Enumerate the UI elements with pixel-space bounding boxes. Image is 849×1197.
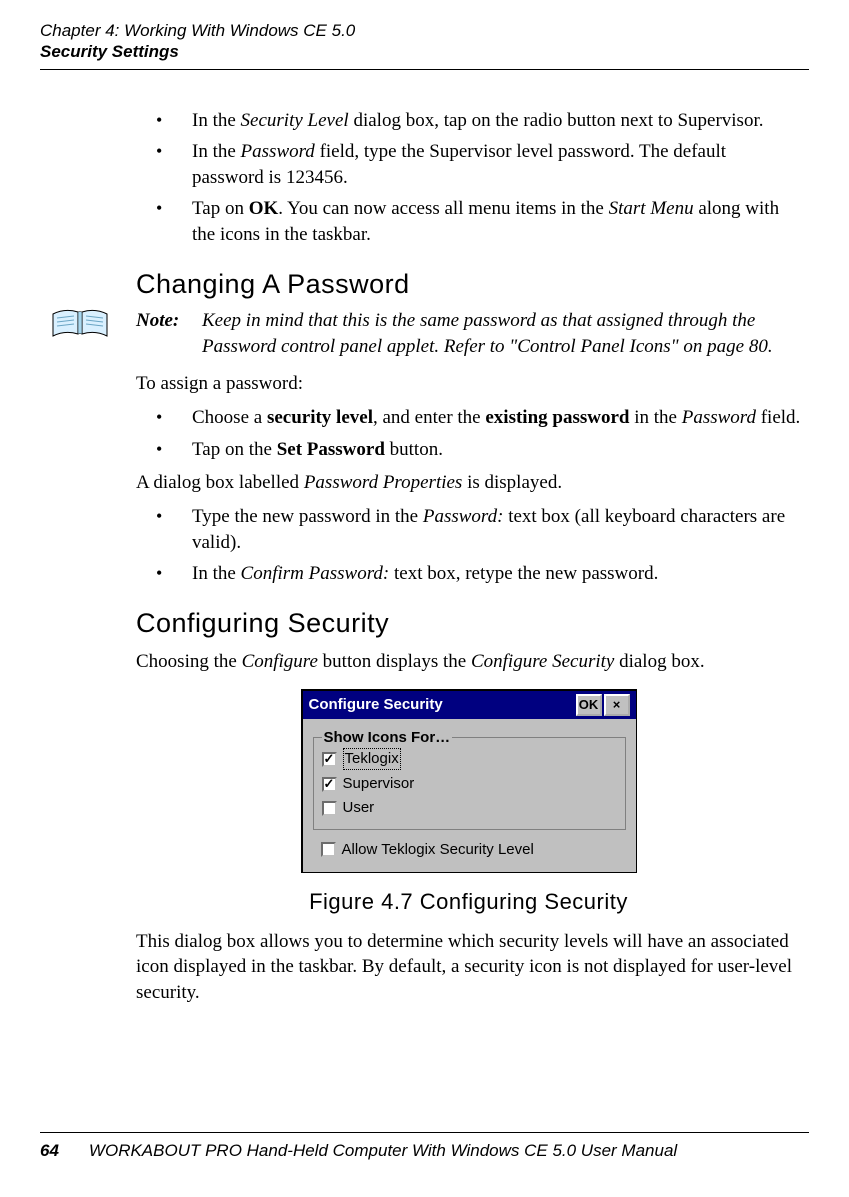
text: dialog box. (614, 651, 704, 672)
text: Set Password (277, 439, 385, 460)
checkbox-row-teklogix[interactable]: Teklogix (322, 746, 617, 772)
text: . You can now access all menu items in t… (278, 198, 608, 219)
figure-caption: Figure 4.7 Configuring Security (136, 887, 801, 917)
list-item: Tap on the Set Password button. (136, 437, 801, 463)
checkbox-label: User (343, 798, 375, 818)
text: OK (249, 198, 279, 219)
checkbox-icon[interactable] (322, 777, 337, 792)
checkbox-row-supervisor[interactable]: Supervisor (322, 772, 617, 796)
text: Tap on the (192, 439, 277, 460)
dialog-title-buttons: OK × (576, 694, 630, 716)
chapter-header: Chapter 4: Working With Windows CE 5.0 S… (40, 20, 809, 63)
close-button[interactable]: × (604, 694, 630, 716)
list-item: Choose a security level, and enter the e… (136, 405, 801, 431)
text: , and enter the (373, 407, 485, 428)
show-icons-groupbox: Show Icons For… Teklogix Supervisor User (313, 737, 626, 830)
text: Tap on (192, 198, 249, 219)
text: security level (267, 407, 373, 428)
chapter-section-line: Security Settings (40, 41, 809, 62)
footer-title: WORKABOUT PRO Hand-Held Computer With Wi… (89, 1141, 677, 1161)
list-item: Type the new password in the Password: t… (136, 504, 801, 555)
text: A dialog box labelled (136, 472, 304, 493)
dialog-title-text: Configure Security (309, 695, 443, 715)
text: In the (192, 110, 241, 131)
intro-bullet-list: In the Security Level dialog box, tap on… (136, 108, 801, 248)
text: Password (241, 141, 315, 162)
body-paragraph: Choosing the Configure button displays t… (136, 649, 801, 675)
text: dialog box, tap on the radio button next… (349, 110, 764, 131)
book-icon (51, 306, 109, 340)
text: Configure (242, 651, 318, 672)
dialog-title-bar: Configure Security OK × (303, 691, 636, 719)
text: Start Menu (609, 198, 694, 219)
checkbox-row-allow-teklogix[interactable]: Allow Teklogix Security Level (321, 840, 626, 860)
text: Password Properties (304, 472, 463, 493)
text: text box, retype the new password. (389, 563, 658, 584)
text: In the (192, 563, 241, 584)
section-heading-configuring-security: Configuring Security (136, 605, 801, 641)
page-footer: 64 WORKABOUT PRO Hand-Held Computer With… (40, 1132, 809, 1161)
dialog-body: Show Icons For… Teklogix Supervisor User (303, 719, 636, 872)
page-number: 64 (40, 1141, 59, 1161)
groupbox-title: Show Icons For… (322, 728, 453, 748)
ok-button[interactable]: OK (576, 694, 602, 716)
header-divider (40, 69, 809, 70)
note-label: Note: (136, 308, 202, 359)
note-block: Note: Keep in mind that this is the same… (136, 308, 801, 359)
text: Confirm Password: (241, 563, 390, 584)
checkbox-row-user[interactable]: User (322, 796, 617, 820)
body-paragraph: To assign a password: (136, 371, 801, 397)
body-paragraph: A dialog box labelled Password Propertie… (136, 470, 801, 496)
text: in the (629, 407, 681, 428)
text: field. (756, 407, 800, 428)
text: Security Level (241, 110, 349, 131)
checkbox-icon[interactable] (321, 842, 336, 857)
page-content: In the Security Level dialog box, tap on… (136, 108, 801, 1006)
text: In the (192, 141, 241, 162)
checkbox-label: Teklogix (343, 748, 401, 770)
note-text: Keep in mind that this is the same passw… (202, 308, 801, 359)
text: Choose a (192, 407, 267, 428)
checkbox-label: Supervisor (343, 774, 415, 794)
body-paragraph: This dialog box allows you to determine … (136, 929, 801, 1006)
assign-password-list: Choose a security level, and enter the e… (136, 405, 801, 462)
checkbox-label: Allow Teklogix Security Level (342, 840, 534, 860)
figure-wrap: Configure Security OK × Show Icons For… … (136, 689, 801, 917)
list-item: In the Password field, type the Supervis… (136, 139, 801, 190)
text: Configure Security (471, 651, 614, 672)
text: is displayed. (462, 472, 562, 493)
text: button displays the (318, 651, 471, 672)
text: Type the new password in the (192, 506, 423, 527)
footer-divider (40, 1132, 809, 1133)
section-heading-changing-password: Changing A Password (136, 266, 801, 302)
list-item: In the Confirm Password: text box, retyp… (136, 561, 801, 587)
chapter-title-line: Chapter 4: Working With Windows CE 5.0 (40, 20, 809, 41)
text: Password (682, 407, 756, 428)
text: button. (385, 439, 443, 460)
list-item: Tap on OK. You can now access all menu i… (136, 196, 801, 247)
password-properties-list: Type the new password in the Password: t… (136, 504, 801, 587)
configure-security-dialog: Configure Security OK × Show Icons For… … (301, 689, 637, 873)
text: existing password (485, 407, 629, 428)
text: Password: (423, 506, 504, 527)
list-item: In the Security Level dialog box, tap on… (136, 108, 801, 134)
checkbox-icon[interactable] (322, 752, 337, 767)
text: Choosing the (136, 651, 242, 672)
checkbox-icon[interactable] (322, 801, 337, 816)
